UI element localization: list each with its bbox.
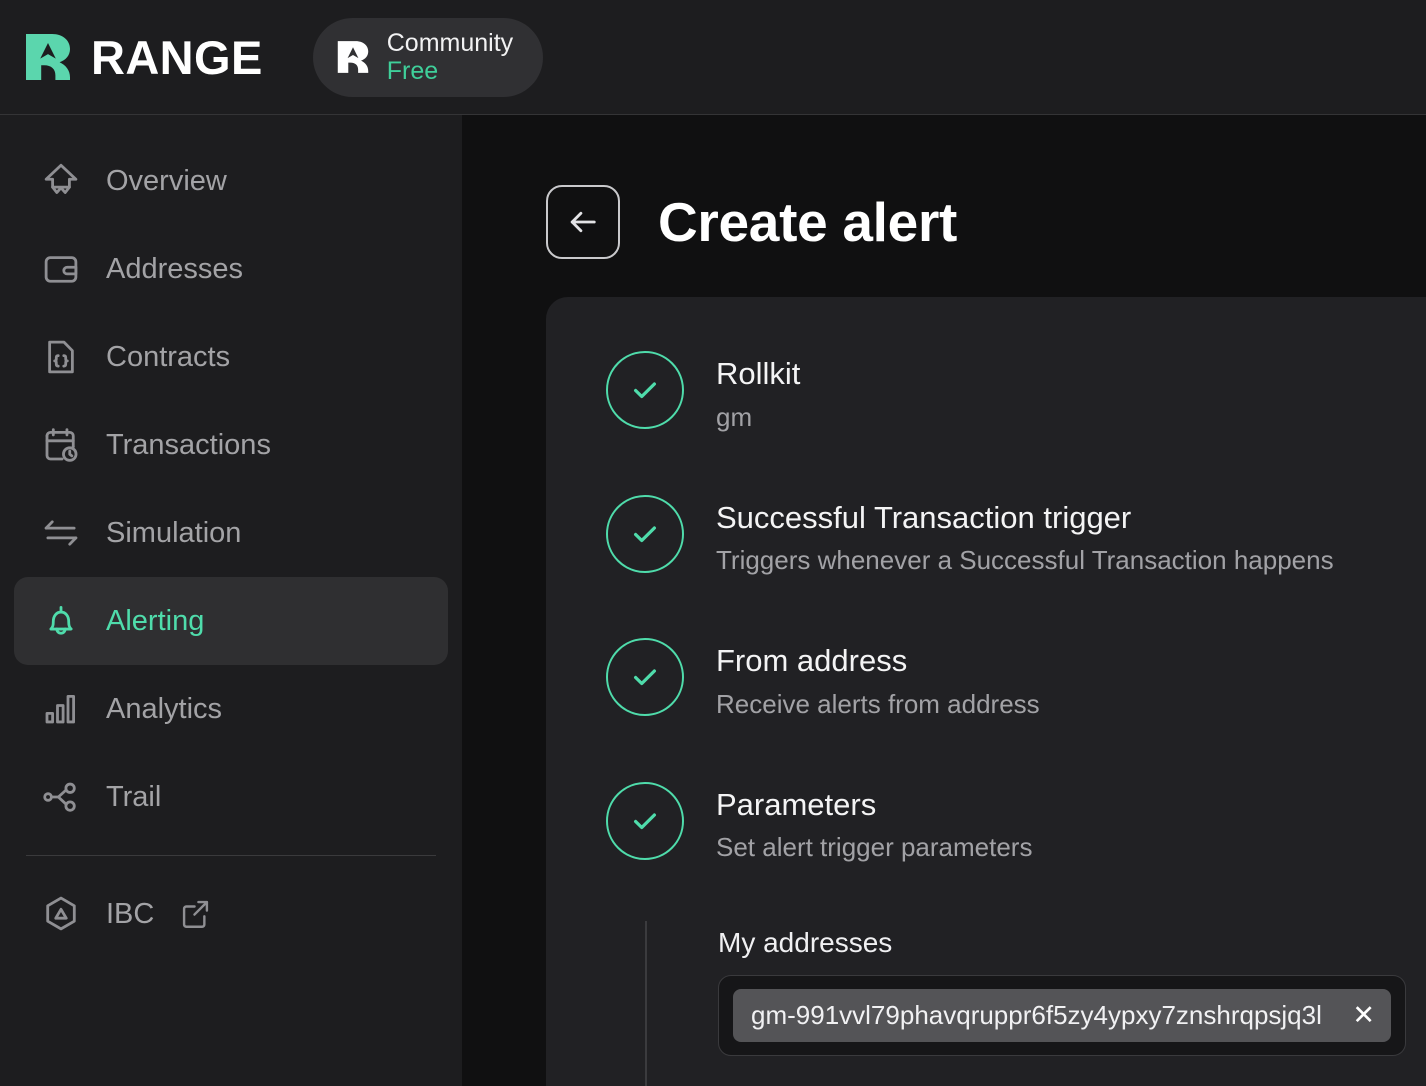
sidebar-item-label: Trail: [106, 780, 162, 813]
range-logo-small-icon: [335, 39, 371, 75]
external-link-icon[interactable]: [178, 897, 212, 931]
bar-chart-icon: [40, 688, 82, 730]
sidebar-divider: [26, 855, 436, 856]
plan-tier: Free: [386, 57, 439, 85]
alert-step-trigger[interactable]: Successful Transaction trigger Triggers …: [546, 491, 1426, 581]
contract-file-icon: [40, 336, 82, 378]
hexagon-triangle-icon: [40, 893, 82, 935]
alert-step-texts: Parameters Set alert trigger parameters: [716, 778, 1032, 868]
nodes-graph-icon: [40, 776, 82, 818]
brand[interactable]: RANGE: [22, 31, 263, 83]
sidebar-item-overview[interactable]: Overview: [14, 137, 448, 225]
calendar-clock-icon: [40, 424, 82, 466]
alert-step-title: Parameters: [716, 786, 877, 822]
arrow-left-icon: [565, 204, 601, 240]
main-content: Create alert Rollkit gm Successful Trans…: [462, 115, 1426, 1086]
sidebar-item-label: Contracts: [106, 340, 231, 373]
alert-step-texts: Successful Transaction trigger Triggers …: [716, 491, 1334, 581]
check-circle-icon[interactable]: [606, 494, 684, 573]
sidebar-item-label: Alerting: [106, 604, 205, 637]
check-circle-icon[interactable]: [606, 781, 684, 860]
sidebar-item-contracts[interactable]: Contracts: [14, 313, 448, 401]
sidebar-item-simulation[interactable]: Simulation: [14, 489, 448, 577]
create-alert-card: Rollkit gm Successful Transaction trigge…: [546, 297, 1426, 1086]
bell-icon: [40, 600, 82, 642]
my-addresses-label: My addresses: [718, 927, 893, 959]
sidebar-item-label: Overview: [106, 164, 227, 197]
sidebar-item-label: Transactions: [106, 428, 271, 461]
page-title: Create alert: [658, 190, 958, 253]
sidebar-item-label: Simulation: [106, 516, 242, 549]
sidebar-item-label: Analytics: [106, 692, 223, 725]
sidebar-item-trail[interactable]: Trail: [14, 753, 448, 841]
my-addresses-input[interactable]: gm-991vvl79phavqruppr6f5zy4ypxy7znshrqps…: [718, 975, 1406, 1057]
alert-step-subtitle: gm: [716, 401, 753, 432]
address-tag[interactable]: gm-991vvl79phavqruppr6f5zy4ypxy7znshrqps…: [733, 989, 1391, 1043]
swap-arrows-icon: [40, 512, 82, 554]
sidebar: Overview Addresses Contracts Transaction…: [0, 115, 462, 1086]
plan-texts: Community Free: [387, 29, 513, 86]
top-header-bar: RANGE Community Free: [0, 0, 1426, 115]
wallet-icon: [40, 248, 82, 290]
sidebar-item-alerting[interactable]: Alerting: [14, 577, 448, 665]
sidebar-item-ibc[interactable]: IBC: [14, 870, 448, 958]
alert-step-rollkit[interactable]: Rollkit gm: [546, 347, 1426, 437]
plan-badge[interactable]: Community Free: [312, 17, 544, 97]
body: Overview Addresses Contracts Transaction…: [0, 115, 1426, 1086]
sidebar-item-transactions[interactable]: Transactions: [14, 401, 448, 489]
alert-step-texts: From address Receive alerts from address: [716, 634, 1040, 724]
check-circle-icon[interactable]: [606, 638, 684, 717]
alert-step-title: From address: [716, 643, 908, 679]
alert-step-subtitle: Receive alerts from address: [716, 688, 1040, 719]
alert-step-title: Rollkit: [716, 356, 801, 391]
remove-address-icon[interactable]: ✕: [1352, 1002, 1375, 1029]
alert-step-subtitle: Triggers whenever a Successful Transacti…: [716, 545, 1334, 576]
alert-step-parameters[interactable]: Parameters Set alert trigger parameters: [546, 778, 1426, 868]
alert-steps: Rollkit gm Successful Transaction trigge…: [546, 347, 1426, 1086]
range-logo-icon: [22, 31, 74, 83]
parameters-panel: My addresses gm-991vvl79phavqruppr6f5zy4…: [546, 921, 1426, 1086]
sidebar-item-label: Addresses: [106, 252, 244, 285]
overview-icon: [40, 160, 82, 202]
page-header: Create alert: [462, 115, 1426, 259]
plan-name: Community: [386, 28, 514, 57]
step-connector-line: [645, 921, 647, 1086]
brand-name: RANGE: [91, 30, 263, 84]
sidebar-item-analytics[interactable]: Analytics: [14, 665, 448, 753]
sidebar-item-label: IBC: [106, 897, 155, 930]
alert-step-texts: Rollkit gm: [716, 347, 800, 437]
sidebar-item-addresses[interactable]: Addresses: [14, 225, 448, 313]
address-tag-text: gm-991vvl79phavqruppr6f5zy4ypxy7znshrqps…: [751, 1000, 1322, 1031]
alert-step-title: Successful Transaction trigger: [716, 499, 1132, 535]
alert-step-from-address[interactable]: From address Receive alerts from address: [546, 634, 1426, 724]
check-circle-icon[interactable]: [606, 351, 684, 429]
alert-step-subtitle: Set alert trigger parameters: [716, 832, 1033, 863]
app-root: RANGE Community Free Overview Addresses …: [0, 0, 1426, 1086]
back-button[interactable]: [546, 185, 620, 259]
